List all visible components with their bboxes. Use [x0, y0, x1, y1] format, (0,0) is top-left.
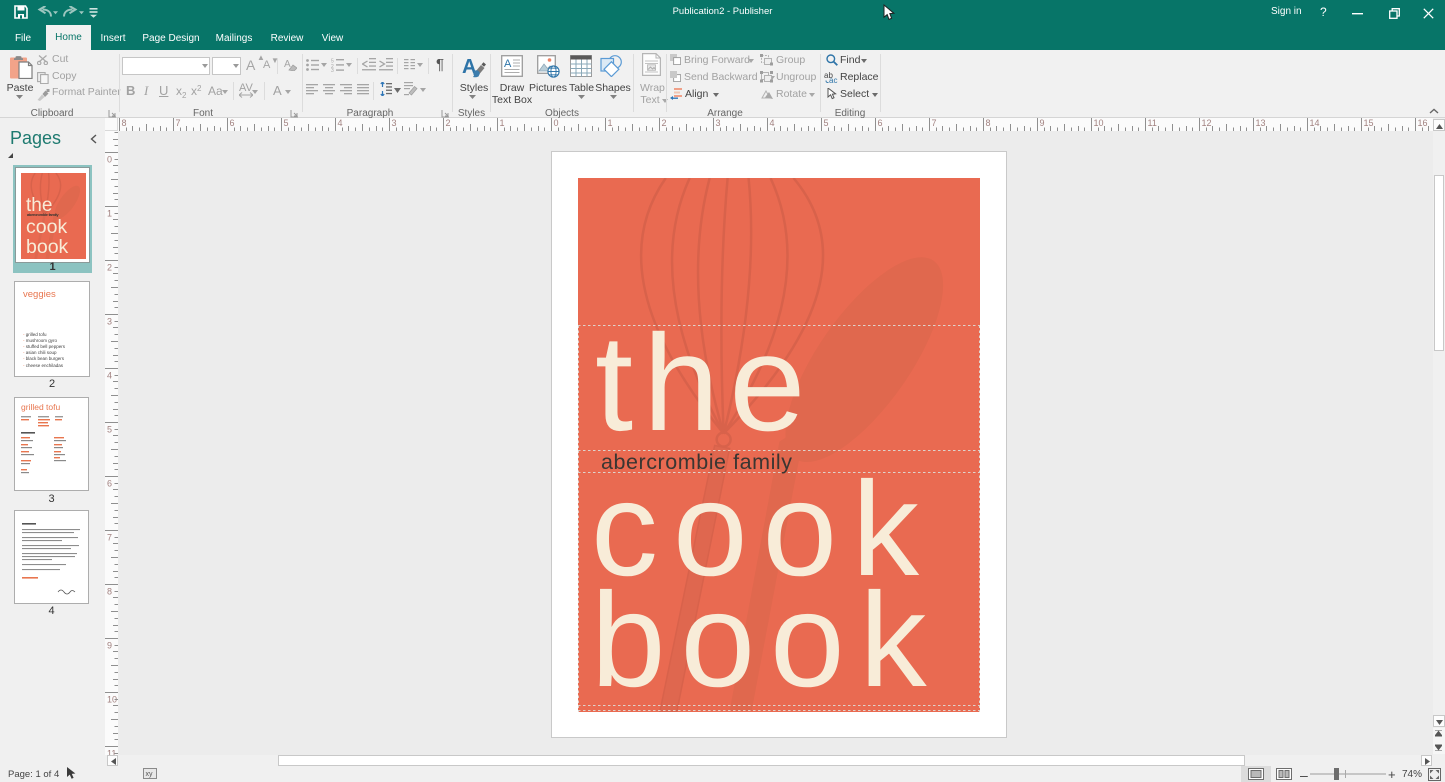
- svg-text:4: 4: [770, 118, 775, 128]
- svg-text:7: 7: [107, 533, 112, 543]
- svg-text:xy: xy: [146, 771, 154, 778]
- svg-text:5: 5: [824, 118, 829, 128]
- svg-text:3: 3: [331, 68, 334, 72]
- svg-text:5: 5: [284, 118, 289, 128]
- svg-text:2: 2: [446, 118, 451, 128]
- svg-text:16: 16: [1418, 118, 1428, 128]
- svg-text:3: 3: [392, 118, 397, 128]
- svg-text:9: 9: [107, 641, 112, 651]
- svg-text:11: 11: [1148, 118, 1157, 128]
- svg-text:5: 5: [107, 425, 112, 435]
- svg-text:4: 4: [107, 371, 112, 381]
- svg-text:0: 0: [107, 155, 112, 165]
- svg-text:10: 10: [1094, 118, 1104, 128]
- svg-text:6: 6: [878, 118, 883, 128]
- svg-text:8: 8: [122, 118, 127, 128]
- svg-text:4: 4: [338, 118, 343, 128]
- svg-text:1: 1: [107, 209, 112, 219]
- svg-text:0: 0: [554, 118, 559, 128]
- svg-text:6: 6: [230, 118, 235, 128]
- svg-text:6: 6: [107, 479, 112, 489]
- svg-text:1: 1: [500, 118, 505, 128]
- svg-text:7: 7: [176, 118, 181, 128]
- svg-text:12: 12: [1202, 118, 1212, 128]
- svg-text:2: 2: [107, 263, 112, 273]
- svg-text:3: 3: [107, 317, 112, 327]
- svg-text:15: 15: [1364, 118, 1374, 128]
- svg-text:A: A: [504, 58, 512, 70]
- svg-text:13: 13: [1256, 118, 1266, 128]
- svg-text:8: 8: [107, 587, 112, 597]
- svg-text:8: 8: [986, 118, 991, 128]
- svg-text:7: 7: [932, 118, 937, 128]
- svg-text:14: 14: [1310, 118, 1320, 128]
- svg-text:3: 3: [716, 118, 721, 128]
- svg-text:9: 9: [1040, 118, 1045, 128]
- svg-text:2: 2: [662, 118, 667, 128]
- svg-text:1: 1: [608, 118, 613, 128]
- svg-text:ac: ac: [829, 76, 837, 83]
